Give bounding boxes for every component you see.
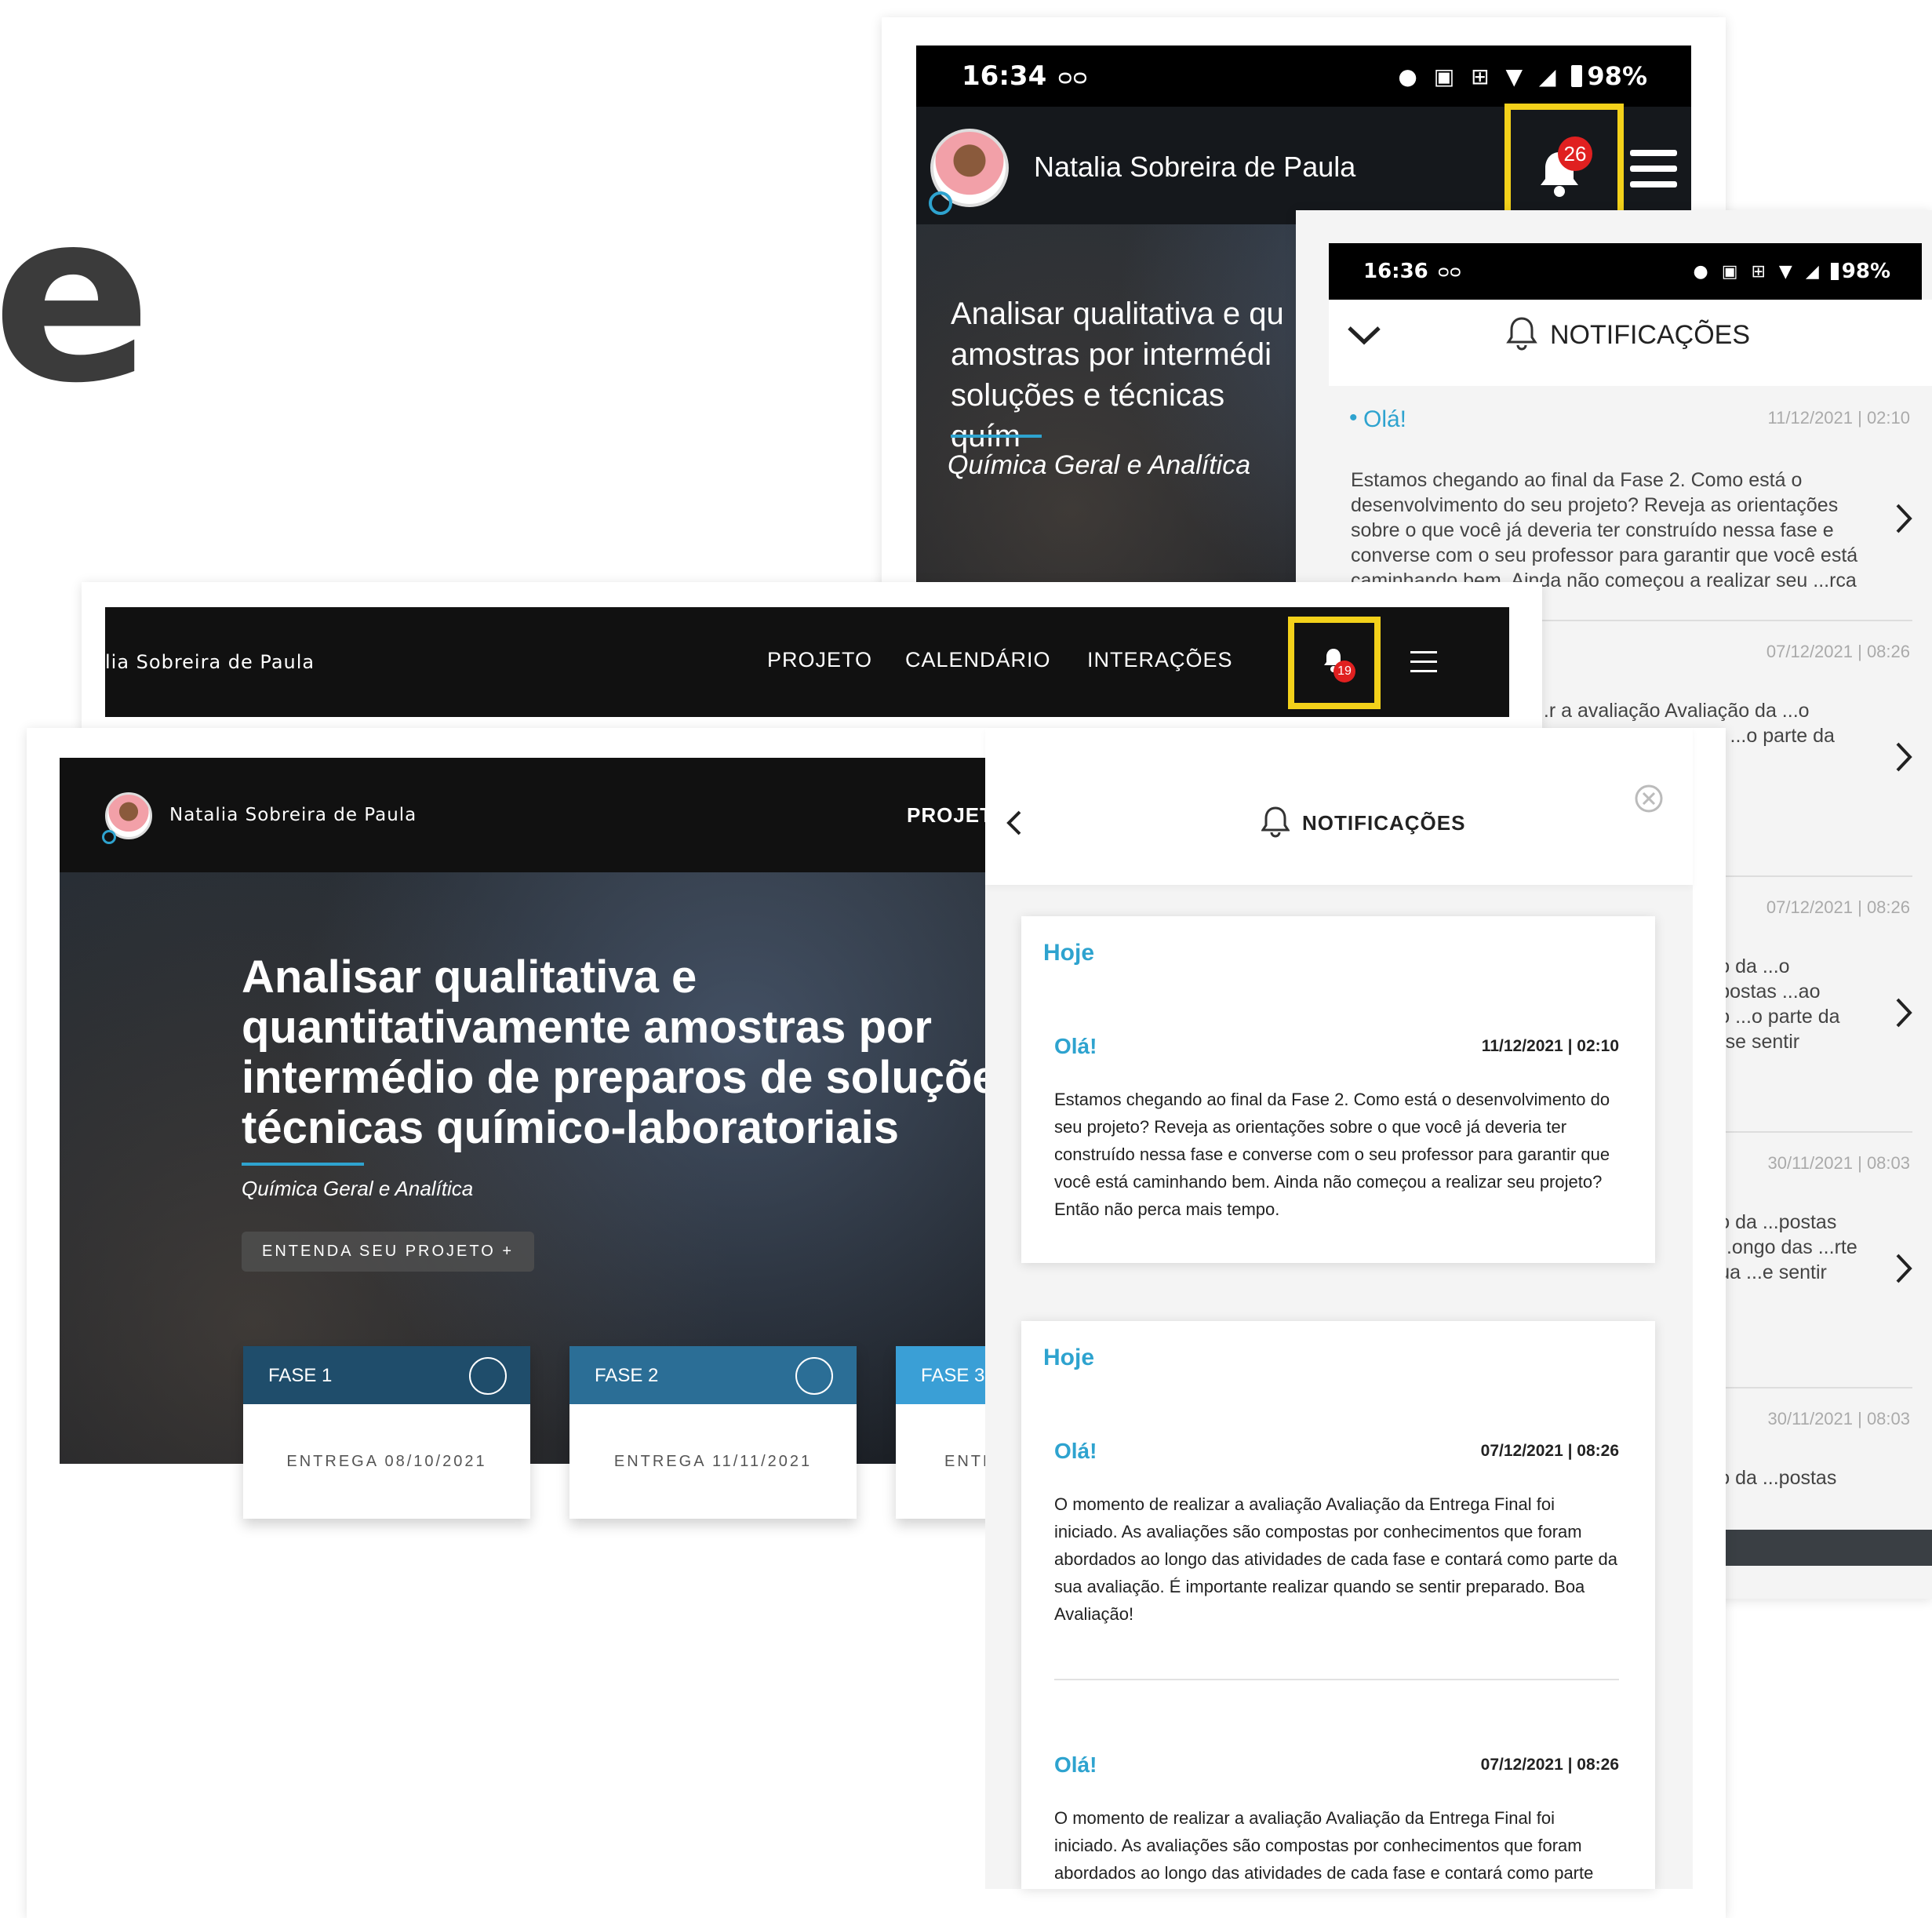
notification-title: Olá! [1054,1034,1097,1058]
voicemail-icon: ᴑᴑ [1437,261,1461,282]
status-bar: 16:34 ᴑᴑ ● ▣ ⊞ ▼ ◢ 98% [916,45,1691,107]
notification-item[interactable]: Olá! 07/12/2021 | 08:26 O momento de rea… [1054,1439,1619,1643]
notification-group-2: Hoje Olá! 07/12/2021 | 08:26 O momento d… [1021,1321,1655,1889]
desktop-hero: Natalia Sobreira de Paula PROJET Analisa… [60,758,1032,1464]
group-heading: Hoje [1043,1345,1095,1370]
notification-date: 07/12/2021 | 08:26 [1480,1756,1619,1774]
nav-interacoes[interactable]: INTERAÇÕES [1087,648,1233,672]
unread-dot: • [1349,405,1358,431]
phase-label: FASE 2 [595,1365,659,1386]
battery-icon [1830,263,1839,280]
hamburger-menu-icon[interactable] [1410,651,1437,673]
phase-label: FASE 3 [921,1365,985,1386]
status-bar: 16:36 ᴑᴑ ● ▣ ⊞ ▼ ◢ 98% [1329,243,1922,300]
user-name: Natalia Sobreira de Paula [169,805,417,825]
notification-date: 07/12/2021 | 08:26 [1480,1442,1619,1460]
hamburger-menu-icon[interactable] [1630,150,1677,187]
desktop-screenshot: Natalia Sobreira de Paula PROJET Analisa… [27,728,1726,1918]
phase-status-circle-icon [795,1357,833,1395]
notification-date: 07/12/2021 | 08:26 [1766,642,1910,661]
notification-text: O momento de realizar a avaliação Avalia… [1054,1808,1594,1883]
status-icons: ● ▣ ⊞ ▼ ◢ [1398,63,1561,89]
decor-letter: e [0,161,152,435]
nav-projeto[interactable]: PROJETO [767,648,872,672]
group-heading: Hoje [1043,940,1095,966]
notification-date: 11/12/2021 | 02:10 [1481,1037,1619,1055]
hero-subtitle: Química Geral e Analítica [242,1177,474,1200]
phase-card-2[interactable]: FASE 2 ENTREGA 11/11/2021 [569,1346,857,1519]
battery-level: 98% [1841,260,1890,283]
close-icon[interactable] [1633,783,1665,814]
chevron-right-icon[interactable] [1894,996,1913,1029]
chevron-right-icon[interactable] [1894,1252,1913,1285]
avatar-award-icon [929,191,952,215]
notification-group-1: Hoje Olá! 11/12/2021 | 02:10 Estamos che… [1021,916,1655,1263]
cta-button[interactable]: ENTENDA SEU PROJETO + [242,1232,535,1272]
nav-calendario[interactable]: CALENDÁRIO [905,648,1051,672]
collapse-chevron-icon[interactable] [1346,323,1382,347]
hero-title-line: Analisar qualitativa e [242,952,697,1003]
phase-card-1[interactable]: FASE 1 ENTREGA 08/10/2021 [243,1346,530,1519]
phase-status-circle-icon [469,1357,507,1395]
hero-title: Analisar qualitativa e qu amostras por i… [951,297,1284,453]
status-time: 16:36 [1363,260,1428,283]
notification-text: Estamos chegando ao final da Fase 2. Com… [1054,1090,1610,1219]
hero-subtitle: Química Geral e Analítica [948,450,1251,480]
notification-text: O momento de realizar a avaliação Avalia… [1054,1494,1617,1624]
notification-title: Olá! [1363,406,1407,432]
avatar-award-icon [102,830,116,844]
hero-title: Analisar qualitativa e quantitativamente… [242,952,1034,1153]
battery-level: 98% [1587,61,1647,91]
notifications-header: NOTIFICAÇÕES [1329,300,1932,386]
top-navbar: lia Sobreira de Paula PROJETO CALENDÁRIO… [105,607,1509,717]
notification-badge: 19 [1333,661,1355,682]
notification-badge: 26 [1558,136,1592,171]
status-icons: ● ▣ ⊞ ▼ ◢ [1693,261,1823,282]
hero-title-line: técnicas químico-laboratoriais [242,1102,900,1153]
notification-title: Olá! [1054,1752,1097,1777]
bell-outline-icon [1506,315,1537,351]
battery-icon [1571,65,1583,87]
phase-delivery: ENTREGA 08/10/2021 [286,1453,487,1470]
hero-title-line: intermédio de preparos de soluções [242,1052,1023,1103]
notifications-title: NOTIFICAÇÕES [1550,320,1751,350]
user-name: lia Sobreira de Paula [105,651,315,673]
notification-item[interactable]: Olá! 07/12/2021 | 08:26 O momento de rea… [1054,1752,1619,1889]
status-time: 16:34 [962,60,1047,92]
title-underline [242,1163,364,1166]
phase-label: FASE 1 [268,1365,333,1386]
chevron-right-icon[interactable] [1894,502,1913,535]
divider [1054,1679,1619,1680]
phase-delivery: ENTREGA 11/11/2021 [613,1453,813,1470]
title-underline [951,435,1042,438]
panel-header: NOTIFICAÇÕES [985,728,1693,885]
hero-title-line: quantitativamente amostras por [242,1002,932,1053]
back-chevron-icon[interactable] [1006,810,1023,836]
notification-item[interactable]: Olá! 11/12/2021 | 02:10 Estamos chegando… [1054,1034,1619,1238]
notification-date: 30/11/2021 | 08:03 [1767,1153,1910,1173]
notification-title: Olá! [1054,1439,1097,1463]
panel-title: NOTIFICAÇÕES [1302,811,1466,835]
bell-outline-icon [1261,805,1290,838]
notification-date: 11/12/2021 | 02:10 [1767,408,1910,428]
user-name: Natalia Sobreira de Paula [1034,151,1356,183]
nav-projeto[interactable]: PROJET [907,803,993,828]
notifications-panel: NOTIFICAÇÕES Hoje Olá! 11/12/2021 | 02:1… [985,728,1693,1889]
notification-date: 30/11/2021 | 08:03 [1767,1409,1910,1428]
desktop-navbar-screenshot: lia Sobreira de Paula PROJETO CALENDÁRIO… [82,582,1542,731]
notification-date: 07/12/2021 | 08:26 [1766,897,1910,917]
voicemail-icon: ᴑᴑ [1057,63,1088,89]
chevron-right-icon[interactable] [1894,741,1913,773]
